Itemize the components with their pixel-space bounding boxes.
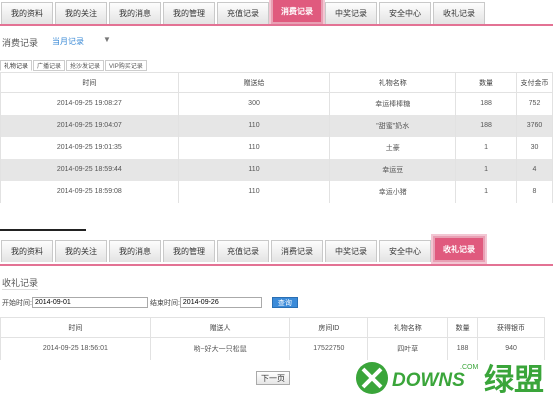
receive-header-3: 礼物名称 (367, 317, 449, 338)
consume-cell: 2014-09-25 18:59:44 (0, 158, 179, 181)
consume-cell: 幸运棒棒糖 (329, 92, 457, 115)
receive-header-5: 获得银币 (477, 317, 545, 338)
consume-cell: 土豪 (329, 136, 457, 159)
consume-cell: 1 (455, 136, 518, 159)
top-tab-0[interactable]: 我的资料 (1, 2, 53, 24)
table-row: 2014-09-25 18:59:44 110 幸运豆 1 4 (0, 158, 553, 181)
top-tab-2[interactable]: 我的消息 (109, 2, 161, 24)
bottom-tab-4[interactable]: 充值记录 (217, 240, 269, 262)
consume-cell: 752 (516, 92, 553, 115)
bottom-tab-0[interactable]: 我的资料 (1, 240, 53, 262)
bottom-tab-3[interactable]: 我的管理 (163, 240, 215, 262)
top-tab-7[interactable]: 安全中心 (379, 2, 431, 24)
consume-cell: 2014-09-25 19:04:07 (0, 114, 179, 137)
consume-cell: 8 (516, 180, 553, 203)
svg-text:.COM: .COM (460, 364, 478, 371)
chevron-down-icon[interactable]: ▼ (103, 35, 111, 44)
top-tab-bar: 我的资料 我的关注 我的消息 我的管理 充值记录 消费记录 中奖记录 安全中心 收礼记录 (0, 0, 553, 24)
consume-cell: 110 (177, 136, 331, 159)
consume-subtab-2[interactable]: 抢沙发记录 (66, 60, 105, 71)
consume-cell: 4 (516, 158, 553, 181)
bottom-tab-8[interactable]: 收礼记录 (433, 236, 485, 262)
consume-title: 消费记录 (2, 38, 39, 48)
top-tab-underline (0, 24, 553, 26)
consume-subtabs: 礼物记录 广播记录 抢沙发记录 VIP购买记录 (0, 60, 148, 71)
consume-header-3: 数量 (455, 72, 518, 93)
consume-header-2: 礼物名称 (329, 72, 457, 93)
receive-cell: 2014-09-25 18:56:01 (0, 337, 151, 360)
top-tab-5[interactable]: 消费记录 (271, 0, 323, 24)
table-row: 2014-09-25 19:08:27 300 幸运棒棒糖 188 752 (0, 92, 553, 115)
consume-header-1: 赠送给 (177, 72, 331, 93)
top-tab-4[interactable]: 充值记录 (217, 2, 269, 24)
consume-cell: 1 (455, 180, 518, 203)
top-tab-3[interactable]: 我的管理 (163, 2, 215, 24)
consume-table: 时间 赠送给 礼物名称 数量 支付金币 2014-09-25 19:08:27 300 幸运… (0, 72, 553, 203)
table-row: 2014-09-25 19:04:07 110 "甜蜜"奶水 188 3760 (0, 114, 553, 137)
receive-cell: 哟~好大一只松鼠 (149, 337, 291, 360)
consume-cell: 30 (516, 136, 553, 159)
svg-text:DOWNS: DOWNS (392, 370, 465, 391)
consume-cell: 188 (455, 114, 518, 137)
top-tab-6[interactable]: 中奖记录 (325, 2, 377, 24)
query-button[interactable]: 查询 (271, 297, 298, 308)
bottom-tab-bar: 我的资料 我的关注 我的消息 我的管理 充值记录 消费记录 中奖记录 安全中心 收礼记录 (0, 236, 553, 262)
current-month-filter[interactable]: 当月记录 (52, 36, 84, 47)
consume-cell: 1 (455, 158, 518, 181)
start-time-input[interactable] (31, 297, 148, 308)
consume-subtab-0[interactable]: 礼物记录 (0, 60, 33, 71)
consume-cell: 110 (177, 158, 331, 181)
consume-cell: 300 (177, 92, 331, 115)
consume-cell: "甜蜜"奶水 (329, 114, 457, 137)
consume-cell: 幸运豆 (329, 158, 457, 181)
bottom-tab-6[interactable]: 中奖记录 (325, 240, 377, 262)
receive-title: 收礼记录 (2, 278, 39, 288)
top-tab-8[interactable]: 收礼记录 (433, 2, 485, 24)
end-time-label: 结束时间: (149, 299, 180, 307)
receive-header-1: 赠送人 (149, 317, 291, 338)
consume-subtab-3[interactable]: VIP购买记录 (105, 60, 147, 71)
consume-cell: 2014-09-25 19:08:27 (0, 92, 179, 115)
start-time-label: 开始时间: (2, 299, 32, 307)
consume-header-0: 时间 (0, 72, 179, 93)
consume-cell: 188 (455, 92, 518, 115)
date-filter-row: 开始时间: 结束时间: 查询 (2, 297, 298, 308)
consume-cell: 2014-09-25 19:01:35 (0, 136, 179, 159)
svg-text:绿盟: 绿盟 (484, 363, 544, 398)
downs-watermark-logo: DOWNS .COM 绿盟 (336, 352, 553, 401)
bottom-tab-2[interactable]: 我的消息 (109, 240, 161, 262)
bottom-tab-1[interactable]: 我的关注 (55, 240, 107, 262)
receive-title-underline (2, 289, 38, 290)
bottom-tab-7[interactable]: 安全中心 (379, 240, 431, 262)
consume-cell: 幸运小猪 (329, 180, 457, 203)
consume-cell: 110 (177, 180, 331, 203)
end-time-input[interactable] (179, 297, 262, 308)
consume-cell: 3760 (516, 114, 553, 137)
receive-header-2: 房间ID (289, 317, 369, 338)
top-tab-1[interactable]: 我的关注 (55, 2, 107, 24)
next-page-button[interactable]: 下一页 (256, 371, 290, 385)
consume-cell: 110 (177, 114, 331, 137)
consume-header-4: 支付金币 (516, 72, 553, 93)
receive-header-4: 数量 (447, 317, 479, 338)
receive-header-0: 时间 (0, 317, 151, 338)
consume-cell: 2014-09-25 18:59:08 (0, 180, 179, 203)
table-row: 2014-09-25 19:01:35 110 土豪 1 30 (0, 136, 553, 159)
consume-subtab-1[interactable]: 广播记录 (33, 60, 66, 71)
section-divider (0, 229, 86, 231)
bottom-tab-5[interactable]: 消费记录 (271, 240, 323, 262)
table-row: 2014-09-25 18:59:08 110 幸运小猪 1 8 (0, 180, 553, 203)
bottom-tab-underline (0, 264, 553, 266)
